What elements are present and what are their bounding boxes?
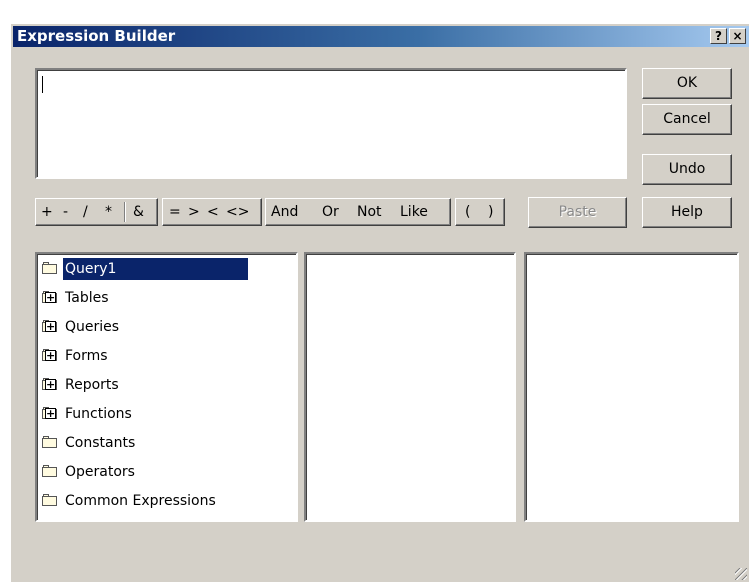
and-operator-button[interactable]: And xyxy=(271,203,298,221)
plus-operator-button[interactable]: + xyxy=(41,203,53,221)
cancel-button[interactable]: Cancel xyxy=(642,104,732,135)
like-operator-button[interactable]: Like xyxy=(400,203,428,221)
undo-button[interactable]: Undo xyxy=(642,154,732,185)
tree-item-label: Tables xyxy=(65,290,109,306)
comparison-operator-group: = > < <> xyxy=(162,198,262,226)
paren-operator-group: ( ) xyxy=(455,198,505,226)
or-operator-button[interactable]: Or xyxy=(322,203,339,221)
tree-item-label: Forms xyxy=(65,348,108,364)
tree-item-label: Queries xyxy=(65,319,120,335)
divide-operator-button[interactable]: / xyxy=(83,203,88,221)
value-list[interactable] xyxy=(524,252,739,522)
tree-item-label: Reports xyxy=(65,377,119,393)
expand-plus-icon: + xyxy=(42,378,58,391)
folder-icon xyxy=(42,465,58,478)
text-cursor xyxy=(42,76,43,93)
tree-item-label: Functions xyxy=(65,406,132,422)
greater-operator-button[interactable]: > xyxy=(188,203,200,221)
tree-item-label: Query1 xyxy=(63,258,249,280)
expression-textbox[interactable] xyxy=(35,68,627,179)
expand-plus-icon: + xyxy=(42,291,58,304)
multiply-operator-button[interactable]: * xyxy=(105,203,112,221)
tree-item-label: Common Expressions xyxy=(65,493,216,509)
category-list[interactable] xyxy=(304,252,516,522)
tree-item-label: Operators xyxy=(65,464,135,480)
resize-grip[interactable] xyxy=(735,568,747,580)
expand-plus-icon: + xyxy=(42,320,58,333)
title-bar[interactable]: Expression Builder ? × xyxy=(13,26,749,47)
folder-icon xyxy=(42,436,58,449)
expand-plus-icon: + xyxy=(42,407,58,420)
folder-icon xyxy=(42,494,58,507)
minus-operator-button[interactable]: - xyxy=(63,203,68,221)
less-operator-button[interactable]: < xyxy=(207,203,219,221)
not-equal-operator-button[interactable]: <> xyxy=(226,203,249,221)
help-button[interactable]: Help xyxy=(642,197,732,228)
tree-item-label: Constants xyxy=(65,435,136,451)
close-caption-button[interactable]: × xyxy=(729,28,746,44)
logical-operator-group: And Or Not Like xyxy=(265,198,451,226)
ok-button[interactable]: OK xyxy=(642,68,732,99)
paste-button[interactable]: Paste xyxy=(528,197,627,228)
close-paren-button[interactable]: ) xyxy=(488,203,493,221)
expand-plus-icon: + xyxy=(42,349,58,362)
help-caption-button[interactable]: ? xyxy=(710,28,727,44)
window-title: Expression Builder xyxy=(17,27,176,45)
concat-operator-button[interactable]: & xyxy=(133,203,144,221)
open-paren-button[interactable]: ( xyxy=(465,203,470,221)
arithmetic-operator-group: + - / * & xyxy=(35,198,158,226)
folder-open-icon xyxy=(42,262,58,275)
not-operator-button[interactable]: Not xyxy=(357,203,382,221)
equals-operator-button[interactable]: = xyxy=(169,203,181,221)
